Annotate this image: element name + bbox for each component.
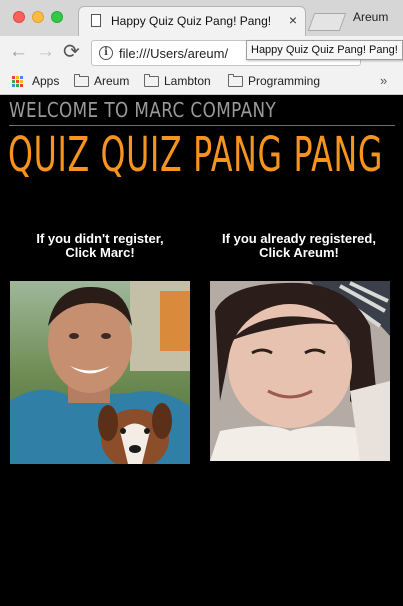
bookmarks-bar: Apps Areum Lambton Programming » (0, 71, 403, 95)
bookmark-programming[interactable]: Programming (248, 74, 320, 88)
folder-icon (144, 74, 159, 87)
close-icon[interactable]: × (289, 12, 297, 28)
folder-icon (228, 74, 243, 87)
back-arrow-icon[interactable]: ← (9, 41, 28, 63)
document-icon (91, 14, 101, 27)
marc-photo-link[interactable] (10, 281, 190, 464)
reload-icon[interactable]: ⟳ (63, 39, 80, 64)
marc-photo (10, 281, 190, 464)
tab-bar: Happy Quiz Quiz Pang! Pang! × Areum (0, 0, 403, 36)
forward-arrow-icon[interactable]: → (36, 41, 55, 63)
welcome-heading: WELCOME TO MARC COMPANY (9, 98, 277, 122)
url-text[interactable]: file:///Users/areum/ (119, 46, 228, 61)
chevron-more-icon[interactable]: » (380, 73, 387, 88)
areum-photo-link[interactable] (210, 281, 390, 461)
apps-grid-icon (12, 76, 24, 88)
tab-tooltip: Happy Quiz Quiz Pang! Pang! (246, 40, 403, 60)
close-window-button[interactable] (13, 11, 25, 23)
bookmark-lambton[interactable]: Lambton (164, 74, 211, 88)
register-caption: If you didn't register, Click Marc! (36, 231, 164, 260)
tab-active[interactable]: Happy Quiz Quiz Pang! Pang! × (78, 6, 306, 36)
folder-icon (74, 74, 89, 87)
maximize-window-button[interactable] (51, 11, 63, 23)
bookmark-areum[interactable]: Areum (94, 74, 129, 88)
profile-name[interactable]: Areum (353, 10, 388, 24)
registered-caption: If you already registered, Click Areum! (222, 231, 376, 260)
info-icon[interactable]: i (99, 46, 113, 60)
page-title: QUIZ QUIZ PANG PANG (8, 127, 384, 183)
page-content: WELCOME TO MARC COMPANY QUIZ QUIZ PANG P… (0, 95, 403, 606)
minimize-window-button[interactable] (32, 11, 44, 23)
tab-title: Happy Quiz Quiz Pang! Pang! (111, 14, 272, 28)
bookmark-apps[interactable]: Apps (32, 74, 59, 88)
new-tab-button[interactable] (307, 13, 347, 31)
divider (9, 125, 395, 126)
areum-photo (210, 281, 390, 461)
